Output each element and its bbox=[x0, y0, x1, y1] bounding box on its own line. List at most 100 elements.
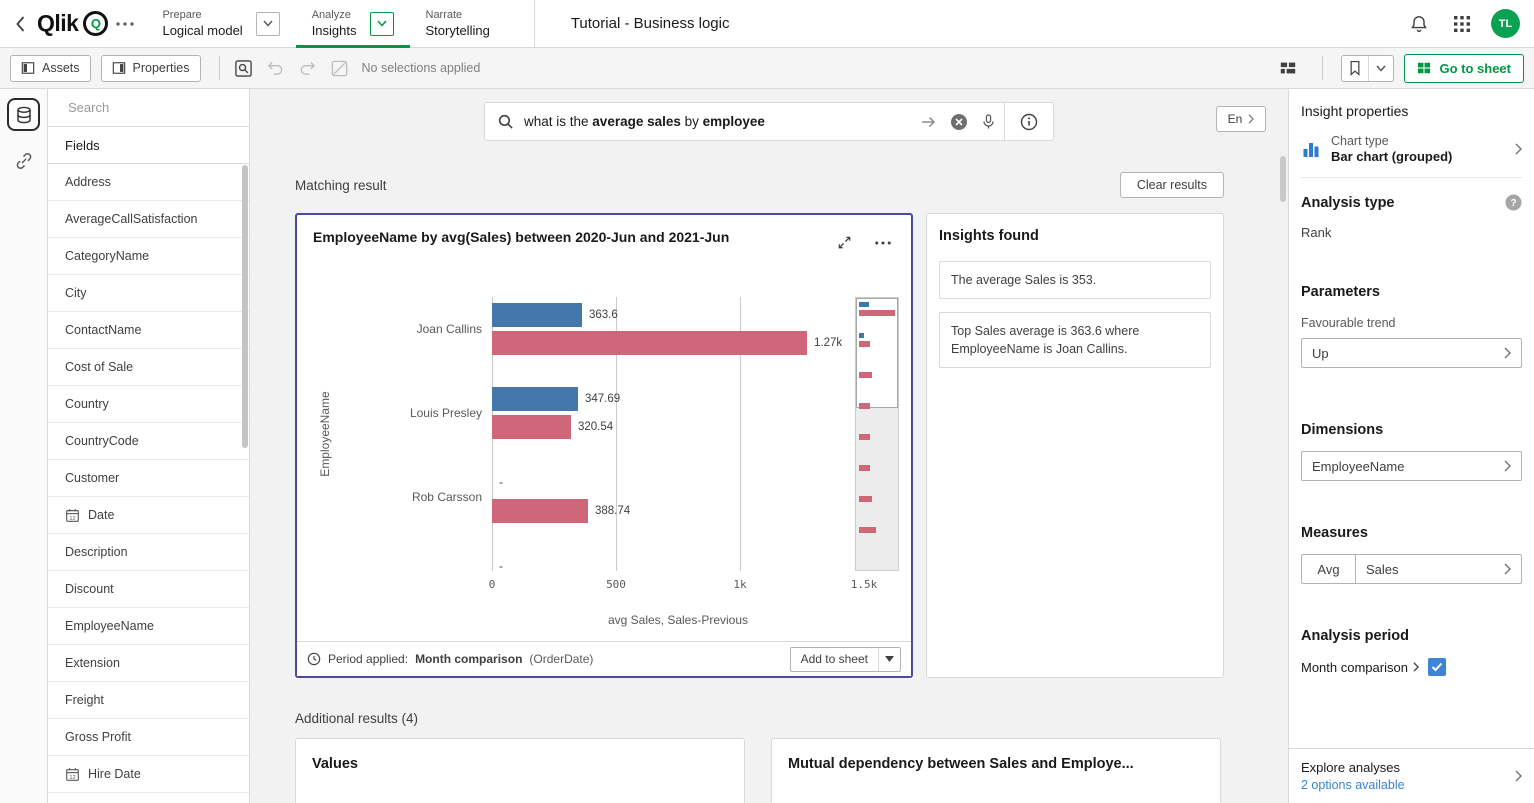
notifications-button[interactable] bbox=[1405, 10, 1433, 38]
properties-button[interactable]: Properties bbox=[101, 55, 201, 82]
nav-storytelling[interactable]: NarrateStorytelling bbox=[410, 0, 506, 47]
field-item[interactable]: AverageCallSatisfaction bbox=[48, 201, 249, 238]
field-item[interactable]: Customer bbox=[48, 460, 249, 497]
links-tab[interactable] bbox=[7, 144, 40, 177]
chart-plot[interactable]: 05001k1.5kJoan Callins363.61.27kLouis Pr… bbox=[492, 297, 864, 571]
submit-search-button[interactable] bbox=[916, 111, 941, 133]
nav-dropdown-button[interactable] bbox=[370, 12, 394, 36]
insight-chart-card[interactable]: EmployeeName by avg(Sales) between 2020-… bbox=[295, 213, 913, 678]
sheet-layout-button[interactable] bbox=[1272, 52, 1304, 84]
bar-avg-sales[interactable] bbox=[492, 303, 582, 327]
nav-logical-model[interactable]: PrepareLogical model bbox=[146, 0, 295, 47]
chevron-right-icon bbox=[1248, 114, 1254, 124]
bar-avg-sales[interactable] bbox=[492, 387, 578, 411]
chart-type-row[interactable]: Chart type Bar chart (grouped) bbox=[1301, 134, 1522, 178]
dimension-select[interactable]: EmployeeName bbox=[1301, 451, 1522, 481]
chart-minimap[interactable] bbox=[855, 297, 899, 571]
more-menu-button[interactable] bbox=[112, 18, 138, 30]
query-token: what is the bbox=[524, 114, 592, 129]
step-forward-button[interactable] bbox=[292, 52, 324, 84]
field-item[interactable]: Freight bbox=[48, 682, 249, 719]
insight-item[interactable]: Top Sales average is 363.6 where Employe… bbox=[939, 312, 1211, 368]
chart-type-label: Chart type bbox=[1331, 134, 1452, 148]
field-item[interactable]: Gross Profit bbox=[48, 719, 249, 756]
bar-value-label: 347.69 bbox=[585, 387, 620, 411]
field-item[interactable]: Extension bbox=[48, 645, 249, 682]
explore-analyses-row[interactable]: Explore analyses 2 options available bbox=[1289, 748, 1534, 803]
fields-search-input[interactable] bbox=[68, 100, 244, 115]
field-item-partial[interactable] bbox=[48, 793, 249, 803]
analysis-period-row[interactable]: Month comparison bbox=[1301, 658, 1522, 676]
bar-value-label: 388.74 bbox=[595, 499, 630, 523]
results-cards-row: EmployeeName by avg(Sales) between 2020-… bbox=[295, 213, 1224, 678]
calendar-icon: 12 bbox=[65, 767, 80, 782]
waffle-grid-icon bbox=[1453, 15, 1471, 33]
selections-tool-button[interactable] bbox=[228, 52, 260, 84]
voice-search-button[interactable] bbox=[977, 109, 1000, 134]
bar-value-label: - bbox=[499, 471, 503, 495]
field-item[interactable]: Cost of Sale bbox=[48, 349, 249, 386]
clear-selections-button[interactable] bbox=[324, 52, 356, 84]
field-item[interactable]: Discount bbox=[48, 571, 249, 608]
layout-grid-icon bbox=[1279, 59, 1297, 77]
bar-sales-previous[interactable] bbox=[492, 415, 571, 439]
clear-search-button[interactable] bbox=[946, 109, 972, 135]
favourable-trend-select[interactable]: Up bbox=[1301, 338, 1522, 368]
field-item[interactable]: 12Hire Date bbox=[48, 756, 249, 793]
data-model-tab[interactable] bbox=[7, 98, 40, 131]
search-query[interactable]: what is the average sales by employee bbox=[524, 114, 916, 129]
additional-result-card[interactable]: Values bbox=[295, 738, 745, 803]
bookmark-button[interactable] bbox=[1341, 55, 1394, 82]
qlik-logo[interactable]: Qlik Q bbox=[37, 10, 108, 37]
field-item[interactable]: Description bbox=[48, 534, 249, 571]
nav-insights[interactable]: AnalyzeInsights bbox=[296, 0, 410, 47]
field-label: CountryCode bbox=[65, 434, 139, 448]
nav-dropdown-button[interactable] bbox=[256, 12, 280, 36]
analysis-period-checkbox[interactable] bbox=[1428, 658, 1446, 676]
field-item[interactable]: 12Date bbox=[48, 497, 249, 534]
explore-options-link[interactable]: 2 options available bbox=[1301, 778, 1405, 792]
bar-sales-previous[interactable] bbox=[492, 331, 807, 355]
app-launcher-button[interactable] bbox=[1449, 11, 1475, 37]
field-label: Freight bbox=[65, 693, 104, 707]
avatar[interactable]: TL bbox=[1491, 9, 1520, 38]
language-selector-button[interactable]: En bbox=[1216, 106, 1266, 132]
chart-more-options-button[interactable] bbox=[871, 237, 895, 249]
field-item[interactable]: CategoryName bbox=[48, 238, 249, 275]
field-item[interactable]: CountryCode bbox=[48, 423, 249, 460]
clear-results-button[interactable]: Clear results bbox=[1120, 172, 1224, 198]
back-button[interactable] bbox=[12, 12, 29, 36]
results-scrollbar[interactable] bbox=[1280, 156, 1286, 202]
x-axis-title: avg Sales, Sales-Previous bbox=[492, 613, 864, 627]
insight-search-bar[interactable]: what is the average sales by employee bbox=[484, 102, 1054, 141]
field-item[interactable]: Country bbox=[48, 386, 249, 423]
go-to-sheet-button[interactable]: Go to sheet bbox=[1404, 54, 1524, 83]
x-tick-label: 500 bbox=[606, 578, 626, 591]
expand-chart-button[interactable] bbox=[833, 231, 856, 254]
assets-button[interactable]: Assets bbox=[10, 55, 91, 82]
add-to-sheet-dropdown[interactable] bbox=[878, 648, 900, 671]
toolbar-divider bbox=[219, 56, 220, 80]
favourable-trend-label: Favourable trend bbox=[1301, 316, 1522, 330]
app-title: Tutorial - Business logic bbox=[571, 15, 730, 32]
expand-icon bbox=[837, 235, 852, 250]
measure-aggregation[interactable]: Avg bbox=[1301, 554, 1356, 584]
additional-result-card[interactable]: Mutual dependency between Sales and Empl… bbox=[771, 738, 1221, 803]
measure-select[interactable]: Sales bbox=[1356, 554, 1522, 584]
bar-sales-previous[interactable] bbox=[492, 499, 588, 523]
search-info-section[interactable] bbox=[1004, 103, 1053, 140]
analysis-type-section: Analysis type ? bbox=[1301, 194, 1522, 211]
add-to-sheet-button[interactable]: Add to sheet bbox=[790, 647, 901, 672]
step-back-button[interactable] bbox=[260, 52, 292, 84]
fields-scrollbar[interactable] bbox=[242, 165, 248, 448]
query-token: average sales bbox=[592, 114, 681, 129]
field-item[interactable]: ContactName bbox=[48, 312, 249, 349]
insight-item[interactable]: The average Sales is 353. bbox=[939, 261, 1211, 299]
field-item[interactable]: City bbox=[48, 275, 249, 312]
bookmark-dropdown-segment[interactable] bbox=[1368, 56, 1393, 81]
bookmark-icon-segment[interactable] bbox=[1342, 56, 1368, 81]
field-item[interactable]: EmployeeName bbox=[48, 608, 249, 645]
field-item[interactable]: Address bbox=[48, 164, 249, 201]
results-head: Matching result Clear results bbox=[295, 172, 1224, 198]
help-icon[interactable]: ? bbox=[1505, 194, 1522, 211]
